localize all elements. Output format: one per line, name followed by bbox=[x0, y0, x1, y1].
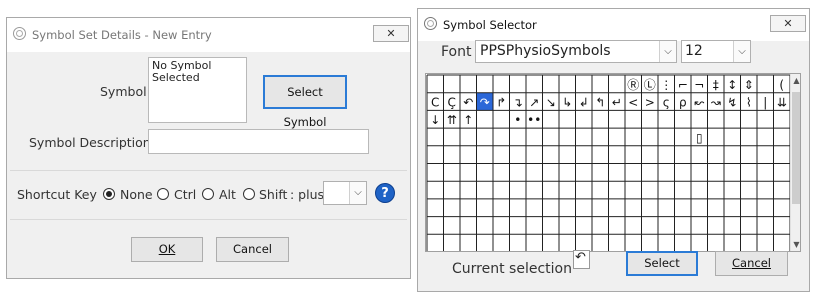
symbol-cell-glyph[interactable]: ς bbox=[663, 96, 670, 110]
current-selection-glyph: ↶ bbox=[575, 250, 586, 265]
close-button[interactable]: ✕ bbox=[770, 15, 806, 32]
shortcut-none-label: None bbox=[120, 187, 153, 202]
symbol-cell-glyph[interactable]: • bbox=[514, 113, 521, 127]
plus-key-select[interactable]: ⌵ bbox=[323, 181, 367, 205]
title-bar: Symbol Set Details - New Entry ✕ bbox=[7, 18, 410, 52]
plus-label: : plus bbox=[290, 187, 325, 202]
cancel-button[interactable]: Cancel bbox=[715, 251, 788, 276]
symbol-description-input[interactable] bbox=[148, 129, 369, 154]
chevron-down-icon[interactable]: ⌵ bbox=[733, 41, 750, 62]
scroll-up-icon[interactable]: ▲ bbox=[791, 76, 800, 85]
symbol-cell-glyph[interactable]: > bbox=[645, 96, 655, 110]
scroll-down-icon[interactable]: ▼ bbox=[791, 240, 800, 249]
symbol-cell-glyph[interactable]: ↱ bbox=[496, 96, 506, 110]
chevron-down-icon[interactable]: ⌵ bbox=[349, 182, 366, 204]
shortcut-shift-radio[interactable] bbox=[243, 188, 255, 200]
symbol-cell-glyph[interactable]: ↝ bbox=[711, 96, 721, 110]
font-label: Font bbox=[441, 44, 472, 60]
symbol-cell-glyph[interactable]: ↯ bbox=[727, 96, 737, 110]
symbol-cell-glyph[interactable]: ( bbox=[779, 78, 784, 92]
divider bbox=[10, 219, 407, 220]
symbol-cell-glyph[interactable]: ↵ bbox=[612, 96, 622, 110]
symbol-preview-text: No Symbol Selected bbox=[152, 59, 212, 84]
symbol-cell-glyph[interactable]: ⇕ bbox=[744, 78, 754, 92]
shortcut-none-radio[interactable] bbox=[103, 188, 115, 200]
symbol-cell-glyph[interactable]: ⋮ bbox=[660, 78, 672, 92]
symbol-cell-glyph[interactable]: ‡ bbox=[713, 78, 719, 92]
symbol-cell-glyph[interactable]: •• bbox=[527, 113, 541, 127]
font-value: PPSPhysioSymbols bbox=[480, 43, 611, 59]
symbol-cell-glyph[interactable]: ⇈ bbox=[447, 113, 457, 127]
divider bbox=[10, 170, 407, 171]
symbol-cell-glyph[interactable]: ↲ bbox=[579, 96, 589, 110]
close-button[interactable]: ✕ bbox=[373, 25, 409, 42]
shortcut-alt-label: Alt bbox=[219, 187, 236, 202]
font-size-select[interactable]: 12 ⌵ bbox=[681, 40, 751, 63]
symbol-cell-glyph[interactable]: ↴ bbox=[513, 96, 523, 110]
symbol-cell-glyph[interactable]: ⌐ bbox=[678, 78, 688, 92]
symbol-cell-glyph[interactable]: ↶ bbox=[463, 96, 473, 110]
symbol-cell-glyph[interactable]: ↘ bbox=[546, 96, 556, 110]
symbol-cell-glyph[interactable]: ↓ bbox=[430, 113, 440, 127]
select-button[interactable]: Select bbox=[626, 251, 698, 276]
symbol-cell-glyph[interactable]: ⌇ bbox=[746, 96, 752, 110]
symbol-label: Symbol bbox=[100, 84, 147, 99]
symbol-cell-glyph[interactable]: ▯ bbox=[696, 131, 703, 145]
app-icon bbox=[424, 17, 437, 30]
symbol-cell-glyph[interactable]: ↗ bbox=[529, 96, 539, 110]
symbol-description-label: Symbol Description bbox=[29, 135, 151, 150]
symbol-cell-glyph[interactable]: ¬ bbox=[694, 78, 704, 92]
cancel-button[interactable]: Cancel bbox=[216, 237, 289, 262]
shortcut-ctrl-radio[interactable] bbox=[157, 188, 169, 200]
current-selection-label: Current selection bbox=[452, 261, 572, 277]
symbol-grid[interactable]: Ⓡ Ⓛ ⋮ ⌐ ¬ ‡ ↕ ⇕(C Ç ↶ ↷ ↱ ↴ ↗ ↘ ↳ ↲ ↰ ↵ < > ς ρ ↜ ↝ ↯ ⌇ | ⇊ ↓ ⇈ ↑ • •• ▯ ▲… bbox=[425, 73, 801, 252]
symbol-cell-glyph[interactable]: Ⓛ bbox=[644, 78, 656, 92]
symbol-cell-glyph[interactable]: Ⓡ bbox=[627, 78, 639, 92]
symbol-cell-glyph[interactable]: ⇊ bbox=[777, 96, 787, 110]
font-size-value: 12 bbox=[685, 43, 703, 59]
current-selection-preview: ↶ bbox=[573, 250, 590, 269]
symbol-set-details-dialog: Symbol Set Details - New Entry ✕ Symbol … bbox=[6, 17, 411, 279]
symbol-cell-glyph[interactable]: ρ bbox=[679, 96, 687, 110]
shortcut-alt-radio[interactable] bbox=[202, 188, 214, 200]
dialog-title: Symbol Selector bbox=[443, 18, 537, 32]
vertical-scrollbar[interactable]: ▲ ▼ bbox=[790, 74, 800, 251]
app-icon bbox=[13, 27, 26, 40]
symbol-cell-glyph[interactable]: ↜ bbox=[694, 96, 704, 110]
symbol-grid-canvas[interactable]: Ⓡ Ⓛ ⋮ ⌐ ¬ ‡ ↕ ⇕ (C Ç ↶ ↷ ↱ ↴ ↗ ↘ ↳ ↲ ↰ ↵ < > ς ρ ↜ ↝ ↯ ⌇ | ⇊↓ ⇈ ↑ • ••▯ bbox=[426, 74, 790, 251]
symbol-cell-glyph[interactable]: ↑ bbox=[463, 113, 473, 127]
ok-button[interactable]: OK bbox=[131, 237, 203, 262]
title-bar: Symbol Selector ✕ bbox=[418, 9, 809, 41]
symbol-cell-glyph[interactable]: C bbox=[431, 96, 439, 110]
shortcut-key-label: Shortcut Key bbox=[17, 187, 97, 202]
chevron-down-icon[interactable]: ⌵ bbox=[659, 41, 676, 62]
symbol-cell-glyph[interactable]: ↳ bbox=[562, 96, 572, 110]
symbol-cell-glyph[interactable]: ↷ bbox=[480, 96, 490, 110]
symbol-cell-glyph[interactable]: ↰ bbox=[595, 96, 605, 110]
symbol-cell-glyph[interactable]: Ç bbox=[448, 96, 456, 110]
scroll-thumb[interactable] bbox=[792, 92, 800, 204]
select-symbol-button[interactable]: Select Symbol bbox=[263, 75, 347, 129]
symbol-cell-glyph[interactable]: | bbox=[763, 96, 767, 110]
symbol-cell-glyph[interactable]: ↕ bbox=[727, 78, 737, 92]
symbol-preview-box: No Symbol Selected bbox=[148, 57, 247, 123]
shortcut-shift-label: Shift bbox=[259, 187, 288, 202]
font-select[interactable]: PPSPhysioSymbols ⌵ bbox=[475, 40, 677, 63]
symbol-selector-dialog: Symbol Selector ✕ Font PPSPhysioSymbols … bbox=[417, 8, 810, 292]
help-icon[interactable]: ? bbox=[375, 183, 395, 203]
symbol-cell-glyph[interactable]: < bbox=[628, 96, 638, 110]
dialog-title: Symbol Set Details - New Entry bbox=[32, 28, 212, 42]
shortcut-ctrl-label: Ctrl bbox=[174, 187, 197, 202]
